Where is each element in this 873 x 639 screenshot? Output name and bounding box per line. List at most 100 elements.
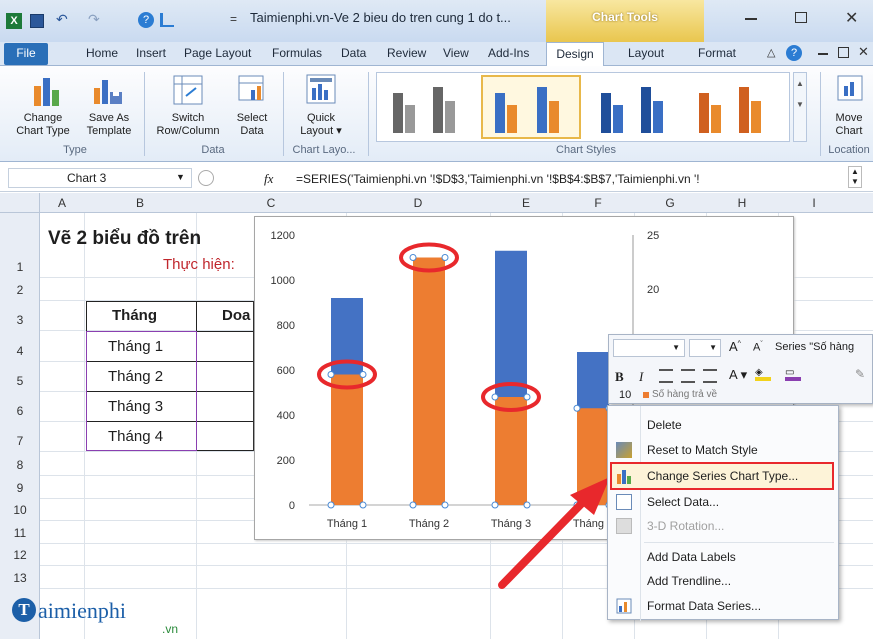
month-4-cell[interactable]: Tháng 4: [108, 428, 163, 445]
menu-reset-to-match-style[interactable]: Reset to Match Style: [647, 443, 758, 457]
reset-style-icon: [616, 442, 632, 458]
row-11[interactable]: 11: [0, 526, 40, 540]
tab-page-layout[interactable]: Page Layout: [184, 46, 251, 60]
row-4[interactable]: 4: [0, 344, 40, 358]
chart-icon[interactable]: [160, 13, 174, 27]
menu-add-trendline[interactable]: Add Trendline...: [647, 574, 731, 588]
save-icon[interactable]: [30, 14, 44, 28]
chart-style-1[interactable]: [383, 79, 473, 137]
tab-review[interactable]: Review: [387, 46, 426, 60]
chart-style-3[interactable]: [591, 79, 681, 137]
formula-input[interactable]: =SERIES('Taimienphi.vn '!$D$3,'Taimienph…: [296, 172, 700, 186]
tab-home[interactable]: Home: [86, 46, 118, 60]
col-h[interactable]: H: [706, 196, 778, 210]
header-month[interactable]: Tháng: [112, 307, 157, 324]
font-size-box[interactable]: ▼: [689, 339, 721, 357]
formula-bar: Chart 3 ▼ fx =SERIES('Taimienphi.vn '!$D…: [0, 164, 873, 192]
col-f[interactable]: F: [562, 196, 634, 210]
format-painter-icon[interactable]: ✎: [855, 367, 865, 381]
change-chart-type-button[interactable]: Change Chart Type: [8, 112, 78, 138]
font-color-icon[interactable]: A ▾: [729, 367, 747, 383]
col-c[interactable]: C: [196, 196, 346, 210]
tab-design[interactable]: Design: [546, 42, 604, 67]
tab-insert[interactable]: Insert: [136, 46, 166, 60]
row-8[interactable]: 8: [0, 458, 40, 472]
menu-format-data-series[interactable]: Format Data Series...: [647, 599, 761, 613]
row-2[interactable]: 2: [0, 283, 40, 297]
select-all-corner[interactable]: [0, 193, 40, 213]
align-right-icon[interactable]: [703, 369, 717, 383]
col-b[interactable]: B: [84, 196, 196, 210]
col-g[interactable]: G: [634, 196, 706, 210]
redo-icon[interactable]: ↷: [88, 11, 100, 28]
fill-color-icon[interactable]: ◈: [755, 367, 771, 381]
chart-style-2-selected[interactable]: [481, 75, 581, 139]
workbook-minimize-icon[interactable]: [818, 53, 828, 55]
tab-formulas[interactable]: Formulas: [272, 46, 322, 60]
font-name-box[interactable]: ▼: [613, 339, 685, 357]
col-d[interactable]: D: [346, 196, 490, 210]
row-5[interactable]: 5: [0, 374, 40, 388]
bar-series2-2: [413, 257, 445, 505]
menu-change-series-chart-type[interactable]: Change Series Chart Type...: [647, 469, 798, 483]
grow-font-icon[interactable]: A^: [729, 339, 741, 354]
align-left-icon[interactable]: [659, 369, 673, 383]
row-1[interactable]: 1: [0, 260, 40, 274]
formula-expand-icon[interactable]: ▲ ▼: [848, 166, 862, 188]
row-3[interactable]: 3: [0, 313, 40, 327]
group-type-label: Type: [63, 144, 87, 156]
row-7[interactable]: 7: [0, 434, 40, 448]
ribbon-collapse-icon[interactable]: △: [767, 46, 775, 59]
col-a[interactable]: A: [40, 196, 84, 210]
workbook-close-icon[interactable]: ✕: [858, 44, 869, 60]
col-e[interactable]: E: [490, 196, 562, 210]
minimize-icon[interactable]: [745, 18, 757, 20]
chart-style-4[interactable]: [689, 79, 779, 137]
month-1-cell[interactable]: Tháng 1: [108, 338, 163, 355]
undo-icon[interactable]: ↶: [56, 11, 68, 28]
rotation-icon: [616, 518, 632, 534]
move-chart-button[interactable]: Move Chart: [826, 112, 872, 138]
row-12[interactable]: 12: [0, 548, 40, 562]
row-10[interactable]: 10: [0, 503, 40, 517]
tab-file[interactable]: File: [4, 43, 48, 65]
menu-select-data[interactable]: Select Data...: [647, 495, 719, 509]
maximize-icon[interactable]: [795, 12, 807, 23]
gallery-scroll[interactable]: ▲ ▼: [793, 72, 807, 142]
close-icon[interactable]: ✕: [845, 8, 858, 28]
row-13[interactable]: 13: [0, 571, 40, 585]
tab-data[interactable]: Data: [341, 46, 366, 60]
chart-element-selector[interactable]: Series "Số hàng: [775, 341, 873, 353]
help-circle-icon[interactable]: ?: [786, 45, 802, 61]
shrink-font-icon[interactable]: Aˇ: [753, 341, 763, 354]
align-center-icon[interactable]: [681, 369, 695, 383]
tab-layout[interactable]: Layout: [628, 46, 664, 60]
workbook-restore-icon[interactable]: [838, 47, 849, 58]
quick-layout-button[interactable]: Quick Layout ▾: [290, 112, 352, 138]
col-i[interactable]: I: [778, 196, 850, 210]
context-menu: Delete Reset to Match Style Change Serie…: [607, 405, 839, 621]
month-3-cell[interactable]: Tháng 3: [108, 398, 163, 415]
customize-qat-icon[interactable]: =: [230, 12, 237, 26]
help-icon[interactable]: ?: [138, 12, 154, 28]
chart-styles-gallery[interactable]: [376, 72, 790, 142]
header-partial[interactable]: Doa: [222, 307, 250, 324]
bold-icon[interactable]: B: [615, 369, 624, 385]
fx-icon[interactable]: fx: [264, 171, 273, 187]
row-9[interactable]: 9: [0, 481, 40, 495]
excel-icon[interactable]: X: [6, 13, 22, 29]
select-data-button[interactable]: Select Data: [228, 112, 276, 138]
italic-icon[interactable]: I: [639, 369, 643, 385]
name-box-dropdown-icon[interactable]: ▼: [176, 172, 185, 182]
menu-delete[interactable]: Delete: [647, 418, 682, 432]
menu-add-data-labels[interactable]: Add Data Labels: [647, 550, 736, 564]
name-box[interactable]: Chart 3: [8, 168, 192, 188]
switch-row-column-button[interactable]: Switch Row/Column: [148, 112, 228, 138]
tab-view[interactable]: View: [443, 46, 469, 60]
outline-color-icon[interactable]: ▭: [785, 367, 801, 381]
month-2-cell[interactable]: Tháng 2: [108, 368, 163, 385]
row-6[interactable]: 6: [0, 404, 40, 418]
tab-add-ins[interactable]: Add-Ins: [488, 46, 529, 60]
tab-format[interactable]: Format: [698, 46, 736, 60]
save-as-template-button[interactable]: Save As Template: [78, 112, 140, 138]
